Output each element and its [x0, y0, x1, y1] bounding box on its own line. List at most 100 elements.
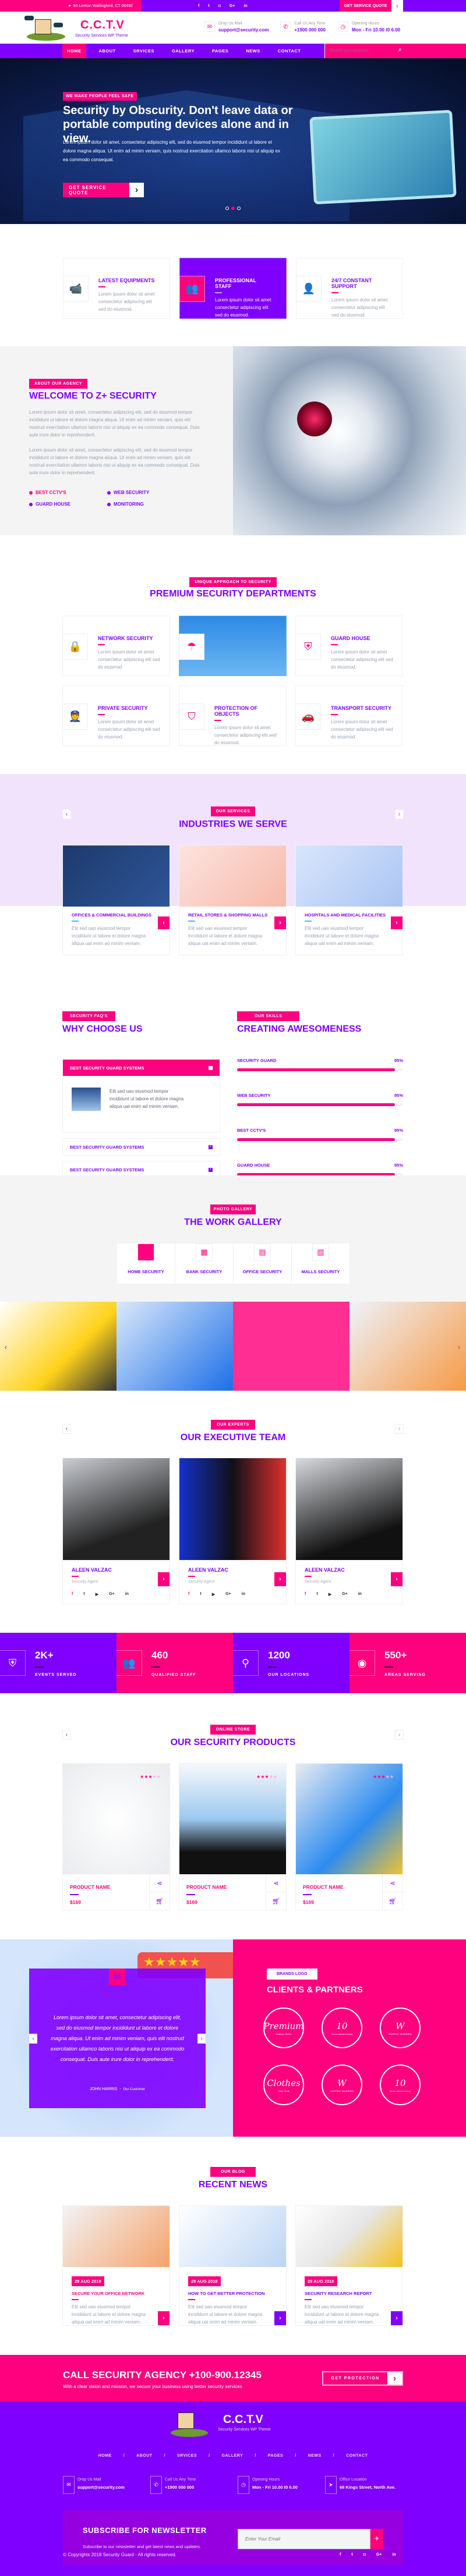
- news-image[interactable]: [179, 2206, 286, 2267]
- client-logo[interactable]: W HAPPILY MARRIED: [322, 2065, 362, 2105]
- share-icon[interactable]: ⋖: [382, 1874, 403, 1892]
- read-more-button[interactable]: ›: [158, 2311, 170, 2325]
- footer-nav-item[interactable]: SRVICES: [153, 2454, 197, 2458]
- department-card[interactable]: 🔒 NETWORK SECURITY Lorem ipsum dolor sit…: [62, 616, 170, 676]
- news-image[interactable]: [63, 2206, 170, 2267]
- industry-card[interactable]: HOSPITALS AND MEDICAL FACILITIES Elit se…: [295, 845, 403, 955]
- contact-value[interactable]: support@security.com: [218, 27, 269, 33]
- slider-dot[interactable]: [237, 207, 241, 210]
- product-image[interactable]: [63, 1764, 170, 1874]
- department-card[interactable]: 👮 PRIVATE SECURITY Lorem ipsum dolor sit…: [62, 685, 170, 746]
- next-arrow-icon[interactable]: ›: [197, 2034, 206, 2044]
- twitter-icon[interactable]: t: [200, 1592, 201, 1597]
- instagram-icon[interactable]: ◘: [363, 2553, 366, 2557]
- news-title[interactable]: SECURE YOUR OFFICE NETWORK: [72, 2291, 161, 2296]
- cart-icon[interactable]: 🛒︎: [382, 1892, 403, 1910]
- search-input[interactable]: [330, 47, 417, 55]
- department-card[interactable]: 🚗 TRANSPORT SECURITY Lorem ipsum dolor s…: [295, 685, 403, 746]
- nav-item[interactable]: CONTACT: [273, 44, 306, 58]
- google-plus-icon[interactable]: G+: [109, 1592, 115, 1597]
- view-profile-button[interactable]: ›: [391, 1572, 403, 1586]
- footer-nav-item[interactable]: GALLERY: [197, 2454, 243, 2458]
- footer-nav-item[interactable]: PAGES: [243, 2454, 283, 2458]
- news-title[interactable]: SECURITY RESEARCH REPORT: [305, 2291, 394, 2296]
- prev-arrow-icon[interactable]: ‹: [62, 809, 71, 819]
- google-plus-icon[interactable]: G+: [342, 1592, 348, 1597]
- read-more-button[interactable]: ›: [391, 2311, 403, 2325]
- nav-item[interactable]: PAGES: [207, 44, 233, 58]
- client-logo[interactable]: 10 Years Anniversary: [380, 2065, 421, 2105]
- client-logo[interactable]: 10 Years Anniversary: [322, 2007, 362, 2048]
- footer-nav-item[interactable]: ABOUT: [112, 2454, 153, 2458]
- read-more-button[interactable]: ›: [274, 2311, 286, 2325]
- industry-card[interactable]: OFFICES & COMMERCIAL BUILDINGS Elit sed …: [62, 845, 170, 955]
- send-icon[interactable]: ✈: [370, 2529, 383, 2549]
- chevron-right-icon[interactable]: ›: [129, 183, 144, 197]
- next-arrow-icon[interactable]: ›: [395, 1424, 404, 1434]
- read-more-button[interactable]: ›: [158, 916, 170, 929]
- gallery-tab[interactable]: ▦ BANK SECURITY: [175, 1243, 234, 1284]
- faq-header[interactable]: BEST SECURITY GUARD SYSTEMS −: [63, 1060, 220, 1076]
- client-logo[interactable]: Clothes New York: [263, 2065, 304, 2105]
- contact-value[interactable]: Mon - Fri 10.00 t0 6.00: [352, 27, 400, 33]
- client-logo[interactable]: W HAPPILY MARRIED: [380, 2007, 421, 2048]
- google-plus-icon[interactable]: G+: [225, 1592, 231, 1597]
- youtube-icon[interactable]: ▶: [329, 1592, 331, 1597]
- linkedin-icon[interactable]: in: [358, 1592, 362, 1597]
- prev-arrow-icon[interactable]: ‹: [29, 2034, 37, 2044]
- facebook-icon[interactable]: f: [72, 1592, 73, 1597]
- gallery-image[interactable]: [0, 1302, 116, 1391]
- slider-dot[interactable]: [225, 207, 229, 210]
- facebook-icon[interactable]: f: [198, 4, 199, 8]
- product-image[interactable]: [296, 1764, 403, 1874]
- footer-nav-item[interactable]: NEWS: [283, 2454, 321, 2458]
- cart-icon[interactable]: 🛒︎: [149, 1892, 170, 1910]
- faq-header[interactable]: BEST SECURITY GUARD SYSTEMS +: [63, 1139, 220, 1155]
- get-quote-button[interactable]: GET SERVICE QUOTE: [340, 0, 391, 12]
- next-arrow-icon[interactable]: ›: [395, 809, 404, 819]
- prev-arrow-icon[interactable]: ‹: [5, 1343, 7, 1351]
- read-more-button[interactable]: ›: [391, 916, 403, 929]
- department-card[interactable]: ⛨ GUARD HOUSE Lorem ipsum dolor sit amet…: [295, 616, 403, 676]
- industry-card[interactable]: RETAIL STORES & SHOPPING MALLS Elit sed …: [179, 845, 287, 955]
- gallery-image[interactable]: [350, 1302, 466, 1391]
- google-plus-icon[interactable]: G+: [230, 4, 235, 8]
- linkedin-icon[interactable]: in: [243, 4, 247, 8]
- plus-icon[interactable]: +: [209, 1145, 213, 1149]
- prev-arrow-icon[interactable]: ‹: [62, 1730, 71, 1740]
- youtube-icon[interactable]: ▶: [96, 1592, 98, 1597]
- hero-quote-label[interactable]: GET SERVICE QUOTE: [63, 183, 129, 197]
- plus-icon[interactable]: +: [209, 1167, 213, 1172]
- faq-item[interactable]: BEST SECURITY GUARD SYSTEMS − Elit sed u…: [62, 1059, 220, 1133]
- logo-image[interactable]: [23, 15, 68, 41]
- youtube-icon[interactable]: ▶: [212, 1592, 215, 1597]
- product-name[interactable]: PRODUCT NAME: [186, 1884, 227, 1890]
- gallery-tab[interactable]: ▤ OFFICE SECURITY: [234, 1243, 292, 1284]
- client-logo[interactable]: Premium Luxury Hotel: [263, 2007, 304, 2048]
- gallery-tab[interactable]: ▥ MALLS SECURITY: [292, 1243, 350, 1284]
- nav-item[interactable]: HOME: [62, 44, 86, 58]
- facebook-icon[interactable]: f: [188, 1592, 189, 1597]
- nav-item[interactable]: ABOUT: [94, 44, 121, 58]
- logo-title[interactable]: C.C.T.V: [80, 19, 125, 32]
- linkedin-icon[interactable]: in: [242, 1592, 245, 1597]
- chevron-right-icon[interactable]: ›: [391, 0, 403, 12]
- gallery-tab[interactable]: ⌂ HOME SECURITY: [117, 1243, 175, 1284]
- linkedin-icon[interactable]: in: [125, 1592, 129, 1597]
- google-plus-icon[interactable]: G+: [376, 2553, 382, 2557]
- view-profile-button[interactable]: ›: [158, 1572, 170, 1586]
- next-arrow-icon[interactable]: ›: [458, 1343, 460, 1351]
- faq-item[interactable]: BEST SECURITY GUARD SYSTEMS +: [62, 1138, 220, 1156]
- product-name[interactable]: PRODUCT NAME: [70, 1884, 110, 1890]
- footer-logo-image[interactable]: [166, 2410, 210, 2437]
- facebook-icon[interactable]: f: [340, 2553, 341, 2557]
- cart-icon[interactable]: 🛒︎: [266, 1892, 286, 1910]
- twitter-icon[interactable]: t: [316, 1592, 317, 1597]
- next-arrow-icon[interactable]: ›: [395, 1730, 404, 1740]
- gallery-image[interactable]: [116, 1302, 233, 1391]
- linkedin-icon[interactable]: in: [392, 2553, 396, 2557]
- nav-item[interactable]: GALLERY: [167, 44, 199, 58]
- get-protection-button[interactable]: GET PROTECTION ›: [322, 2371, 403, 2386]
- contact-value[interactable]: +1900 000 000: [294, 27, 326, 33]
- footer-nav-item[interactable]: HOME: [98, 2454, 112, 2458]
